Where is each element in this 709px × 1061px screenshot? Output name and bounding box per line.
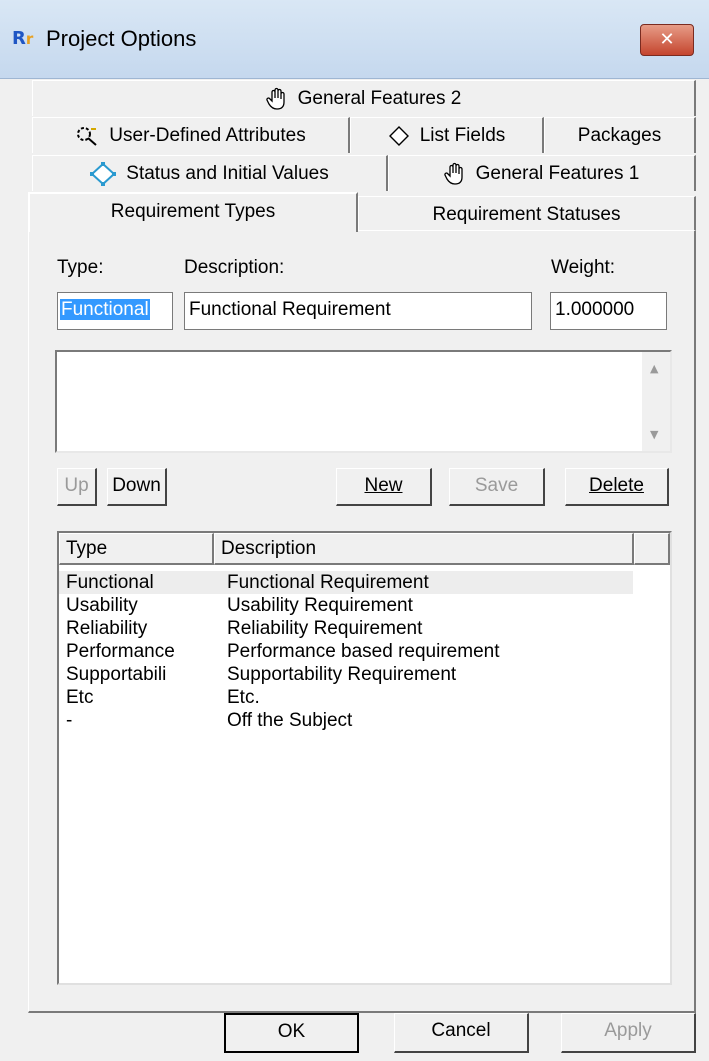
tab-general-features-2[interactable]: General Features 2: [32, 80, 696, 116]
tab-label: User-Defined Attributes: [109, 125, 306, 146]
tab-general-features-1[interactable]: General Features 1: [388, 155, 696, 191]
up-button-label: Up: [64, 475, 89, 496]
scroll-down-icon[interactable]: ▼: [650, 428, 658, 441]
table-row[interactable]: Supportabili Supportability Requirement: [59, 663, 633, 686]
cell-description: Usability Requirement: [227, 595, 413, 616]
scroll-up-icon[interactable]: ▲: [650, 362, 658, 375]
window-title: Project Options: [46, 26, 197, 51]
table-row[interactable]: Functional Functional Requirement: [59, 571, 633, 594]
weight-label: Weight:: [551, 257, 616, 278]
new-button[interactable]: New: [336, 468, 432, 506]
up-button[interactable]: Up: [57, 468, 97, 506]
delete-button-label: Delete: [589, 475, 644, 496]
close-button[interactable]: ✕: [640, 24, 694, 56]
project-options-dialog: Rr Project Options ✕ General Features 2 …: [0, 0, 709, 1061]
cell-type: Supportabili: [66, 664, 167, 685]
diamond-icon: [388, 125, 409, 146]
save-button-label: Save: [474, 475, 519, 496]
app-icon: Rr: [12, 28, 34, 49]
column-header-type[interactable]: Type: [59, 533, 214, 565]
cancel-button-label: Cancel: [431, 1020, 491, 1041]
cell-type: Performance: [66, 641, 175, 662]
tab-user-defined-attributes[interactable]: User-Defined Attributes: [32, 117, 350, 153]
column-header-label: Type: [66, 538, 108, 559]
cell-description: Etc.: [227, 687, 260, 708]
memo-scrollbar[interactable]: ▲ ▼: [642, 352, 670, 451]
type-input-value: Functional: [60, 299, 150, 320]
ok-button[interactable]: OK: [224, 1013, 359, 1053]
column-header-description[interactable]: Description: [214, 533, 634, 565]
cell-description: Performance based requirement: [227, 641, 500, 662]
tab-label: Requirement Types: [110, 201, 276, 222]
description-label: Description:: [184, 257, 285, 278]
cell-description: Supportability Requirement: [227, 664, 457, 685]
requirement-types-list[interactable]: Type Description Functional Functional R…: [57, 531, 672, 985]
tab-label: List Fields: [419, 125, 506, 146]
close-icon: ✕: [659, 29, 675, 50]
tab-label: General Features 1: [475, 163, 640, 184]
cell-description: Reliability Requirement: [227, 618, 423, 639]
column-header-label: Description: [221, 538, 317, 559]
table-row[interactable]: Performance Performance based requiremen…: [59, 640, 633, 663]
apply-button[interactable]: Apply: [561, 1013, 696, 1053]
table-row[interactable]: Usability Usability Requirement: [59, 594, 633, 617]
column-header-filler: [634, 533, 670, 565]
cell-type: Functional: [66, 572, 154, 593]
new-button-label: New: [364, 475, 403, 496]
apply-button-label: Apply: [604, 1020, 652, 1041]
tab-list-fields[interactable]: List Fields: [350, 117, 544, 153]
delete-button[interactable]: Delete: [565, 468, 669, 506]
tab-packages[interactable]: Packages: [544, 117, 696, 153]
cell-type: -: [66, 710, 73, 731]
tab-label: Requirement Statuses: [432, 204, 621, 225]
weight-input[interactable]: 1.000000: [550, 292, 667, 330]
description-memo[interactable]: ▲ ▼: [55, 350, 672, 453]
description-input-value: Functional Requirement: [189, 299, 391, 320]
cancel-button[interactable]: Cancel: [394, 1013, 529, 1053]
table-row[interactable]: Etc Etc.: [59, 686, 633, 709]
ok-button-label: OK: [277, 1021, 306, 1042]
title-bar[interactable]: Rr Project Options ✕: [0, 0, 709, 79]
save-button[interactable]: Save: [449, 468, 545, 506]
tab-label: General Features 2: [297, 88, 462, 109]
cell-description: Functional Requirement: [227, 572, 429, 593]
table-row[interactable]: Reliability Reliability Requirement: [59, 617, 633, 640]
table-row[interactable]: - Off the Subject: [59, 709, 633, 732]
tab-requirement-types[interactable]: Requirement Types: [28, 192, 358, 232]
tab-label: Packages: [577, 125, 662, 146]
cell-type: Reliability: [66, 618, 148, 639]
cell-description: Off the Subject: [227, 710, 353, 731]
down-button[interactable]: Down: [107, 468, 167, 506]
cell-type: Usability: [66, 595, 138, 616]
hand-icon: [443, 162, 463, 185]
cell-type: Etc: [66, 687, 94, 708]
hand-icon: [265, 87, 285, 110]
description-input[interactable]: Functional Requirement: [184, 292, 532, 330]
attributes-icon: [77, 126, 97, 146]
tab-label: Status and Initial Values: [126, 163, 329, 184]
down-button-label: Down: [112, 475, 161, 496]
type-label: Type:: [57, 257, 104, 278]
status-icon: [90, 161, 117, 186]
weight-input-value: 1.000000: [555, 299, 635, 320]
tab-requirement-statuses[interactable]: Requirement Statuses: [358, 196, 696, 232]
type-input[interactable]: Functional: [57, 292, 173, 330]
tab-status-and-initial-values[interactable]: Status and Initial Values: [32, 155, 388, 191]
